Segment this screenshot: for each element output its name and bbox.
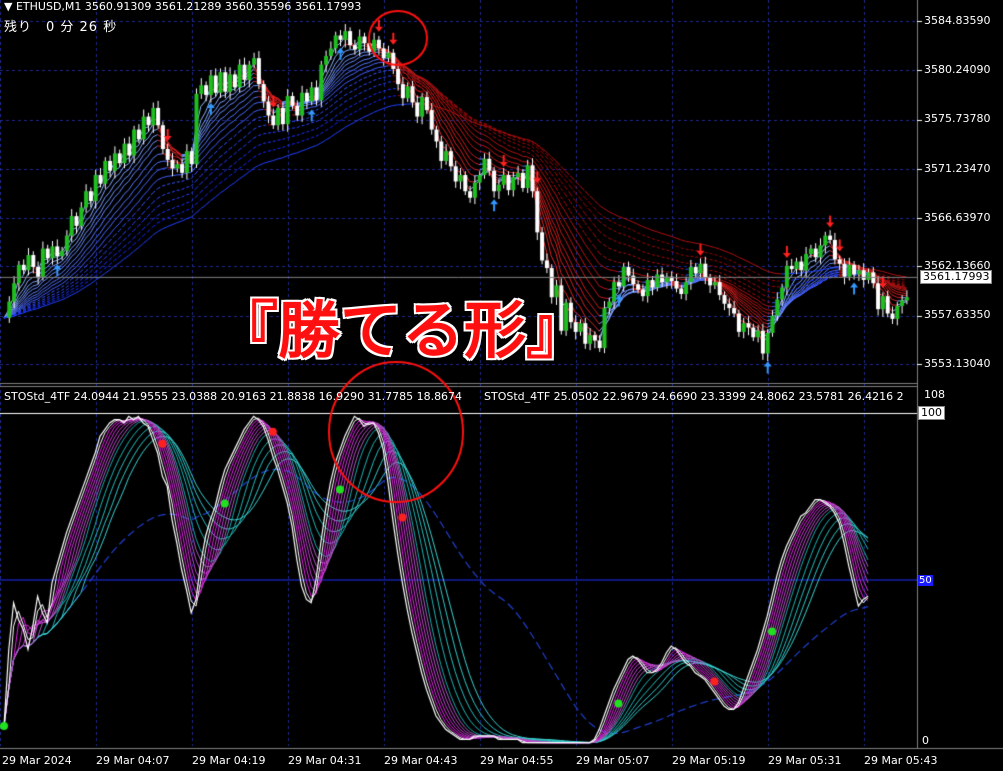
price-label: 3575.73780 [924, 112, 991, 125]
time-label: 29 Mar 04:31 [288, 754, 362, 767]
indicator-level-100: 100 [918, 406, 945, 420]
current-price-badge: 3561.17993 [920, 270, 993, 284]
time-label: 29 Mar 05:31 [768, 754, 842, 767]
annotation-title: 『勝てる形』 [214, 293, 589, 369]
dropdown-triangle-icon[interactable]: ▼ [4, 0, 12, 13]
symbol-label: ETHUSD,M1 [15, 0, 82, 13]
indicator-level-50: 50 [918, 575, 933, 586]
price-label: 3584.83590 [924, 14, 991, 27]
price-label: 3571.23470 [924, 162, 991, 175]
price-label: 3566.63970 [924, 211, 991, 224]
time-label: 29 Mar 04:43 [384, 754, 458, 767]
symbol-header: ▼ ETHUSD,M1 3560.91309 3561.21289 3560.3… [4, 0, 361, 13]
time-label: 29 Mar 04:55 [480, 754, 554, 767]
indicator-header-2: STOStd_4TF 25.0502 22.9679 24.6690 23.33… [484, 390, 904, 403]
price-label: 3580.24090 [924, 63, 991, 76]
indicator-header-1: STOStd_4TF 24.0944 21.9555 23.0388 20.91… [4, 390, 463, 403]
indicator-axis-top: 108 [924, 388, 945, 401]
price-label: 3557.63350 [924, 308, 991, 321]
indicator-axis-bottom: 0 [922, 734, 929, 747]
countdown-timer: 残り 0 分 26 秒 [4, 20, 118, 35]
ohlc-values: 3560.91309 3561.21289 3560.35596 3561.17… [84, 0, 362, 13]
time-label: 29 Mar 05:43 [864, 754, 938, 767]
price-chart-canvas[interactable] [0, 0, 1003, 771]
price-label: 3553.13040 [924, 357, 991, 370]
time-label: 29 Mar 05:07 [576, 754, 650, 767]
time-label: 29 Mar 05:19 [672, 754, 746, 767]
time-label: 29 Mar 2024 [2, 754, 72, 767]
time-label: 29 Mar 04:19 [192, 754, 266, 767]
time-label: 29 Mar 04:07 [96, 754, 170, 767]
